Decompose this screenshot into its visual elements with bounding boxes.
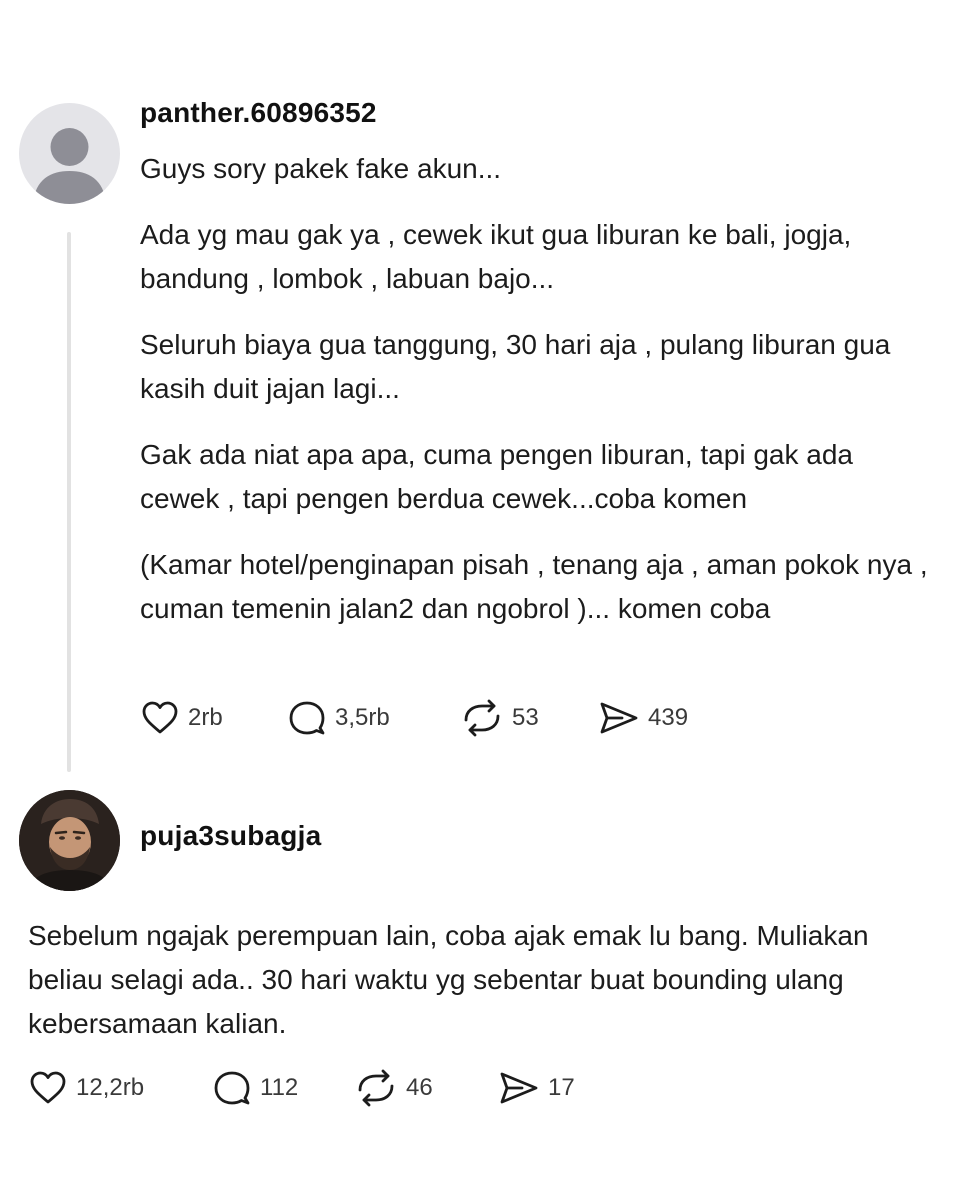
share-count: 439	[648, 704, 689, 731]
profile-photo	[19, 790, 120, 891]
reply-count: 3,5rb	[335, 704, 390, 731]
reply-count: 112	[260, 1074, 299, 1101]
post-paragraph: Seluruh biaya gua tanggung, 30 hari aja …	[140, 329, 891, 404]
repost-button[interactable]: 53	[460, 698, 539, 738]
speech-bubble-icon	[214, 1071, 250, 1105]
share-button[interactable]: 439	[598, 698, 688, 738]
like-button[interactable]: 12,2rb	[28, 1068, 144, 1108]
post-username[interactable]: panther.60896352	[140, 97, 377, 129]
like-button[interactable]: 2rb	[140, 698, 223, 738]
repost-count: 46	[406, 1074, 433, 1101]
repost-arrows-icon	[358, 1069, 394, 1107]
share-button[interactable]: 17	[498, 1068, 575, 1108]
post-paragraph: Guys sory pakek fake akun...	[140, 153, 502, 184]
speech-bubble-icon	[289, 701, 325, 735]
reply-avatar[interactable]	[19, 790, 120, 891]
thread-line	[67, 232, 71, 772]
share-count: 17	[548, 1074, 575, 1101]
reply-button[interactable]: 112	[212, 1068, 298, 1108]
repost-count: 53	[512, 704, 539, 731]
post-paragraph: (Kamar hotel/penginapan pisah , tenang a…	[140, 549, 928, 624]
send-paper-plane-icon	[600, 702, 638, 734]
reply-actions: 12,2rb 112 46 17	[28, 1068, 628, 1108]
like-count: 2rb	[188, 704, 223, 731]
reply-username[interactable]: puja3subagja	[140, 820, 321, 852]
reply-body: Sebelum ngajak perempuan lain, coba ajak…	[28, 914, 928, 1046]
default-avatar-icon	[33, 128, 106, 204]
post-paragraph: Ada yg mau gak ya , cewek ikut gua libur…	[140, 219, 852, 294]
post-avatar[interactable]	[19, 103, 120, 204]
post-actions: 2rb 3,5rb 53 439	[140, 698, 740, 738]
post-body: Guys sory pakek fake akun... Ada yg mau …	[140, 147, 930, 631]
reply-paragraph: Sebelum ngajak perempuan lain, coba ajak…	[28, 920, 869, 1039]
reply-button[interactable]: 3,5rb	[287, 698, 390, 738]
repost-arrows-icon	[464, 699, 500, 737]
send-paper-plane-icon	[500, 1072, 538, 1104]
post-paragraph: Gak ada niat apa apa, cuma pengen libura…	[140, 439, 853, 514]
heart-icon	[30, 1071, 66, 1104]
heart-icon	[142, 701, 178, 734]
like-count: 12,2rb	[76, 1074, 145, 1101]
repost-button[interactable]: 46	[354, 1068, 433, 1108]
